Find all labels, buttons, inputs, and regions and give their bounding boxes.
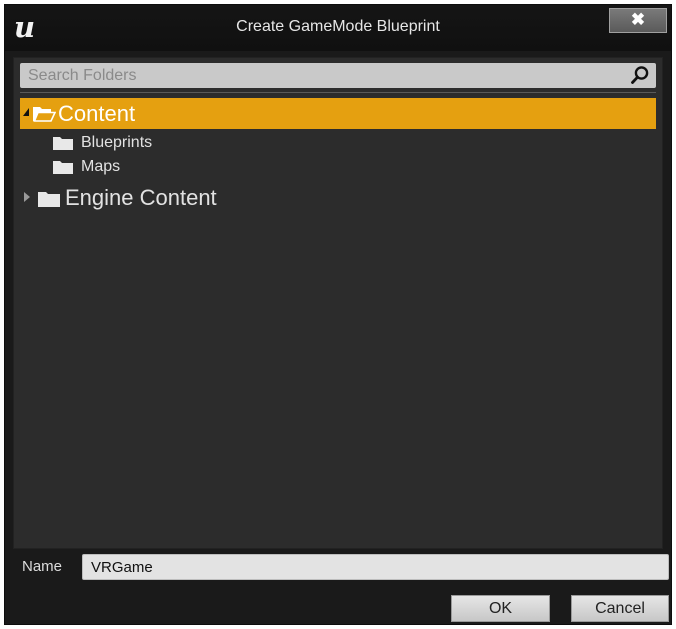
collapsed-arrow-icon[interactable] [24, 192, 30, 202]
close-icon: ✖ [630, 10, 646, 29]
tree-item-content[interactable]: Content [20, 98, 656, 129]
name-input[interactable] [82, 554, 669, 580]
dialog-title: Create GameMode Blueprint [236, 18, 440, 35]
tree-item-label: Blueprints [81, 134, 153, 151]
folder-browser-panel: Content Blueprints Maps Engine Content [13, 57, 663, 549]
tree-item-label: Content [58, 101, 136, 126]
tree-item-blueprints[interactable]: Blueprints [20, 132, 656, 154]
search-icon[interactable] [630, 65, 650, 85]
tree-item-maps[interactable]: Maps [20, 156, 656, 178]
folder-icon [38, 192, 60, 207]
title-bar[interactable]: u Create GameMode Blueprint ✖ [5, 5, 671, 51]
expanded-arrow-icon[interactable] [23, 108, 29, 116]
tree-item-engine-content[interactable]: Engine Content [20, 183, 656, 213]
search-box [20, 63, 656, 88]
tree-item-label: Maps [81, 158, 121, 175]
folder-open-icon [33, 107, 56, 122]
close-button[interactable]: ✖ [609, 8, 667, 33]
create-gamemode-blueprint-dialog: u Create GameMode Blueprint ✖ Content [4, 4, 672, 625]
name-label: Name [22, 558, 63, 575]
folder-icon [53, 137, 73, 150]
search-folders-input[interactable] [20, 63, 620, 88]
folder-icon [53, 161, 73, 174]
search-divider [20, 92, 656, 93]
cancel-button[interactable]: Cancel [571, 595, 669, 622]
ok-button[interactable]: OK [451, 595, 550, 622]
tree-item-label: Engine Content [65, 185, 217, 210]
